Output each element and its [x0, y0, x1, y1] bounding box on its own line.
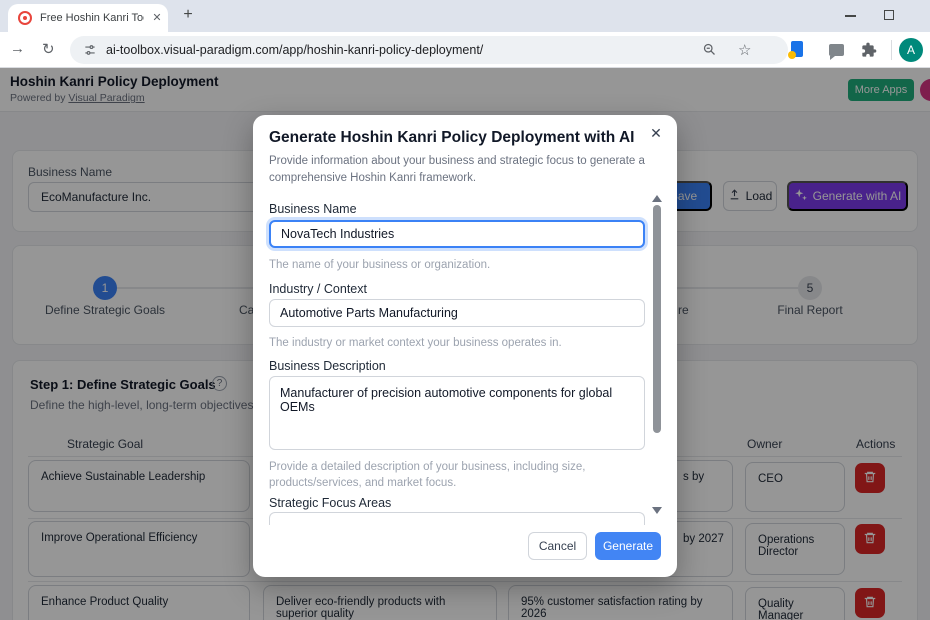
modal-description-label: Business Description — [269, 359, 386, 373]
new-tab-button[interactable]: + — [178, 5, 198, 25]
docs-extension-icon[interactable] — [791, 41, 803, 57]
tab-title: Free Hoshin Kanri Tool: Plan & I — [40, 12, 144, 24]
modal-scrollbar-thumb[interactable] — [653, 205, 661, 433]
extensions-puzzle-icon[interactable] — [861, 42, 877, 63]
close-icon[interactable]: ✕ — [647, 124, 665, 142]
cancel-button[interactable]: Cancel — [528, 532, 587, 560]
scroll-up-icon[interactable] — [652, 195, 662, 202]
zoom-out-icon[interactable] — [702, 42, 717, 62]
browser-profile-avatar[interactable]: A — [899, 38, 923, 62]
modal-description-help: Provide a detailed description of your b… — [269, 459, 629, 491]
scroll-down-icon[interactable] — [652, 507, 662, 514]
screen: Free Hoshin Kanri Tool: Plan & I ✕ + → ↻… — [0, 0, 930, 620]
close-tab-icon[interactable]: ✕ — [150, 11, 164, 25]
modal-industry-label: Industry / Context — [269, 282, 367, 296]
url-bar[interactable]: ai-toolbox.visual-paradigm.com/app/hoshi… — [70, 36, 788, 64]
generate-ai-modal: ✕ Generate Hoshin Kanri Policy Deploymen… — [253, 115, 677, 577]
reload-icon[interactable]: ↻ — [42, 40, 55, 58]
modal-focus-areas-label: Strategic Focus Areas — [269, 496, 391, 510]
forward-icon[interactable]: → — [10, 40, 25, 57]
modal-industry-input[interactable]: Automotive Parts Manufacturing — [269, 299, 645, 327]
generate-button[interactable]: Generate — [595, 532, 661, 560]
tab-strip: Free Hoshin Kanri Tool: Plan & I ✕ + — [0, 0, 930, 32]
modal-focus-areas-input[interactable] — [269, 512, 645, 525]
browser-chrome: Free Hoshin Kanri Tool: Plan & I ✕ + → ↻… — [0, 0, 930, 68]
comment-icon[interactable] — [829, 44, 844, 56]
modal-description-textarea[interactable]: Manufacturer of precision automotive com… — [269, 376, 645, 450]
url-text: ai-toolbox.visual-paradigm.com/app/hoshi… — [106, 43, 483, 57]
modal-industry-help: The industry or market context your busi… — [269, 335, 629, 351]
toolbar-separator — [891, 40, 892, 60]
modal-subtitle: Provide information about your business … — [269, 153, 645, 186]
modal-business-name-help: The name of your business or organizatio… — [269, 257, 629, 273]
modal-business-name-label: Business Name — [269, 202, 357, 216]
bookmark-star-icon[interactable]: ☆ — [738, 41, 751, 59]
window-maximize-button[interactable] — [884, 10, 894, 20]
browser-tab[interactable]: Free Hoshin Kanri Tool: Plan & I ✕ — [8, 4, 168, 32]
window-minimize-button[interactable] — [845, 15, 856, 17]
site-settings-icon[interactable] — [83, 43, 97, 62]
modal-title: Generate Hoshin Kanri Policy Deployment … — [269, 129, 634, 147]
browser-toolbar: → ↻ ai-toolbox.visual-paradigm.com/app/h… — [0, 32, 930, 68]
modal-business-name-input[interactable]: NovaTech Industries — [269, 220, 645, 248]
favicon-icon — [18, 11, 32, 25]
